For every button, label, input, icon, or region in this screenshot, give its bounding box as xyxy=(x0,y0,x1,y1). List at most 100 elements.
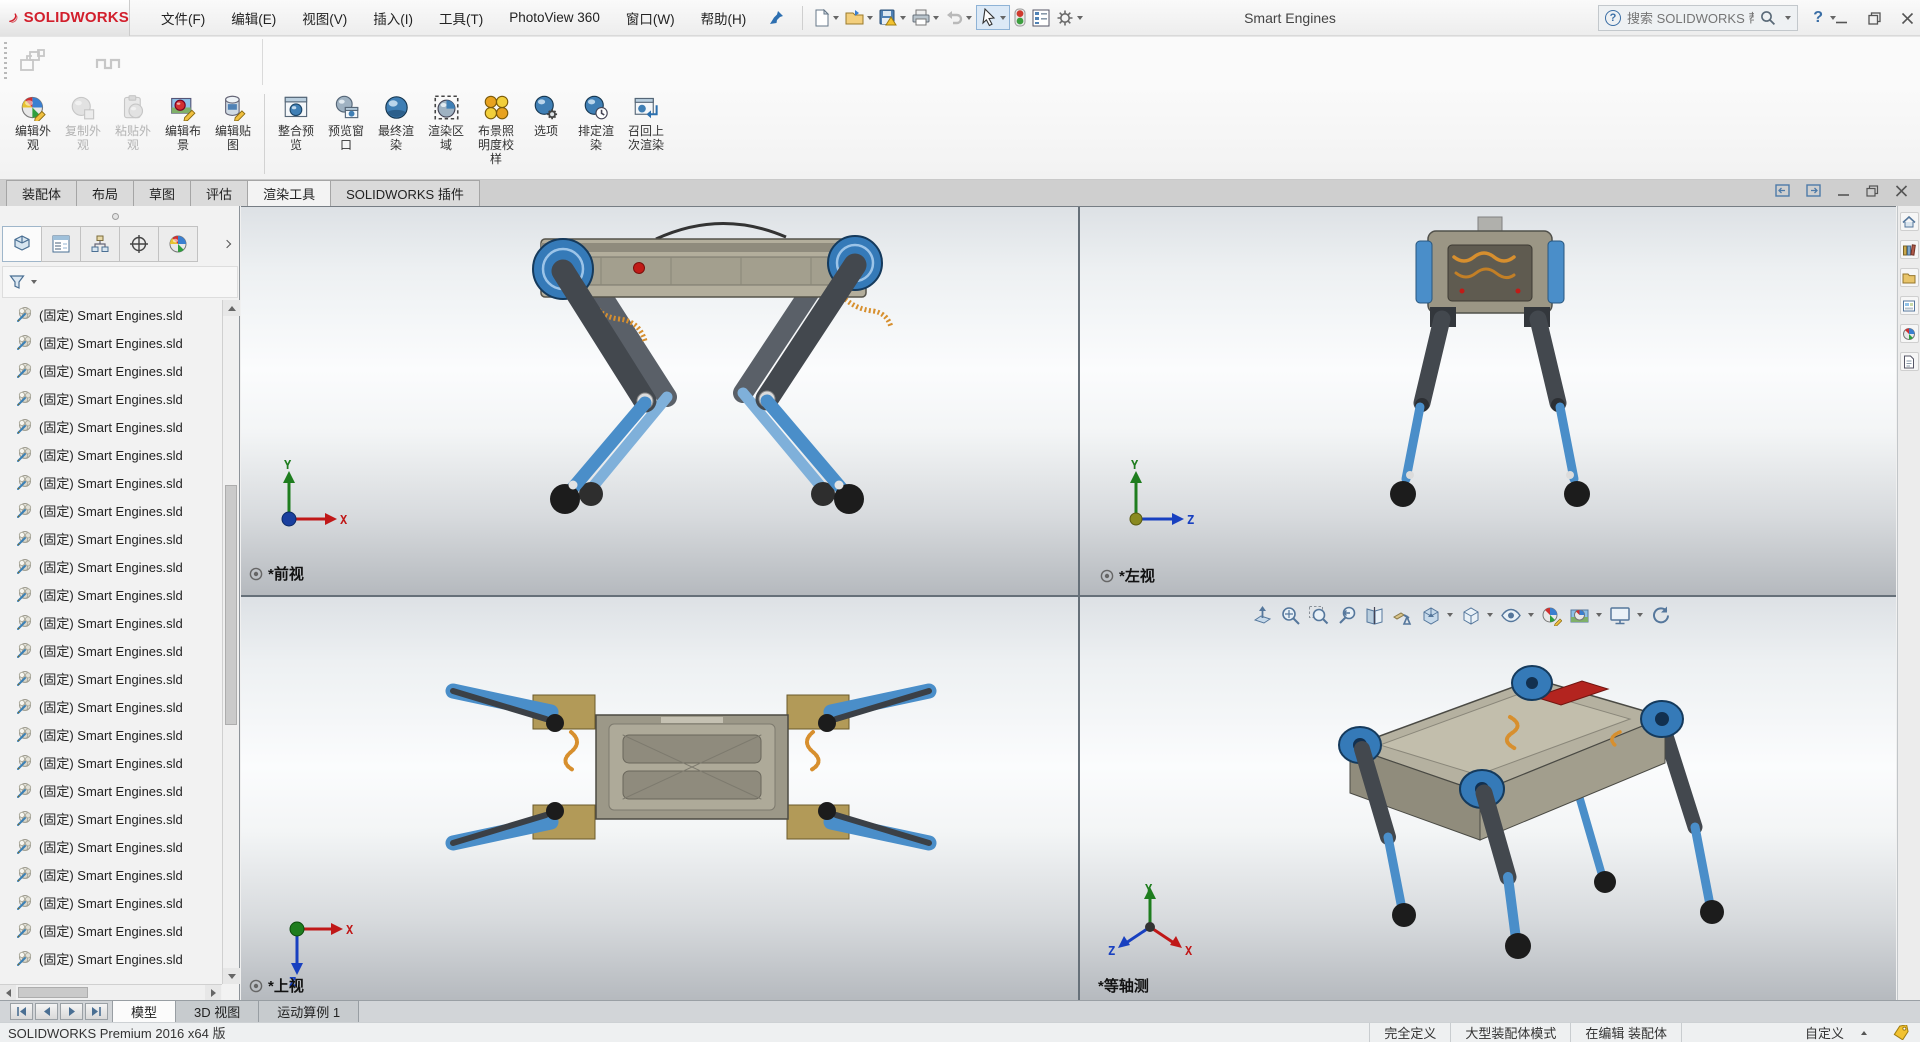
view-selector-button[interactable] xyxy=(1420,605,1453,626)
tree-item[interactable]: (固定) Smart Engines.sld xyxy=(0,720,222,748)
search-icon[interactable] xyxy=(1760,10,1776,26)
apply-scene-button[interactable] xyxy=(1569,605,1602,626)
section-view-button[interactable] xyxy=(1364,605,1385,626)
normal-to-button[interactable] xyxy=(1252,605,1273,626)
tab-render-tools[interactable]: 渲染工具 xyxy=(247,180,331,206)
apply-scene-caret[interactable] xyxy=(1596,613,1602,617)
tab-sketch[interactable]: 草图 xyxy=(133,180,191,206)
open-document-caret[interactable] xyxy=(867,16,873,20)
performance-traffic-light-icon[interactable] xyxy=(1012,5,1028,30)
previous-tab-button[interactable] xyxy=(35,1003,58,1020)
tab-evaluate[interactable]: 评估 xyxy=(190,180,248,206)
first-tab-button[interactable] xyxy=(10,1003,33,1020)
tree-item[interactable]: (固定) Smart Engines.sld xyxy=(0,748,222,776)
recall-last-render-button[interactable]: 召回上次渲染 xyxy=(621,91,671,153)
previous-view-button[interactable] xyxy=(1336,605,1357,626)
last-tab-button[interactable] xyxy=(85,1003,108,1020)
tab-assembly[interactable]: 装配体 xyxy=(6,180,77,206)
tree-item[interactable]: (固定) Smart Engines.sld xyxy=(0,832,222,860)
view-palette-icon[interactable] xyxy=(1900,296,1919,315)
tree-item[interactable]: (固定) Smart Engines.sld xyxy=(0,356,222,384)
viewport-minimize-icon[interactable] xyxy=(1837,185,1850,197)
save-button[interactable] xyxy=(877,6,908,29)
print-button[interactable] xyxy=(910,6,941,29)
menu-item[interactable]: 插入(I) xyxy=(360,0,426,36)
scrollbar-thumb[interactable] xyxy=(225,485,237,725)
help-icon[interactable]: ? xyxy=(1813,9,1823,27)
copy-appearance-button[interactable]: 复制外观 xyxy=(58,91,108,153)
solidworks-resources-home-icon[interactable] xyxy=(1900,212,1919,231)
design-checker-icon[interactable] xyxy=(1030,6,1052,30)
integrated-preview-button[interactable]: 整合预览 xyxy=(271,91,321,153)
pin-icon[interactable] xyxy=(769,10,784,25)
tree-item[interactable]: (固定) Smart Engines.sld xyxy=(0,692,222,720)
hide-show-items-button[interactable] xyxy=(1500,605,1534,626)
tree-item[interactable]: (固定) Smart Engines.sld xyxy=(0,664,222,692)
robot-model-top-view[interactable] xyxy=(241,597,1078,1001)
viewport-front[interactable]: Y X *前视 xyxy=(241,207,1078,595)
tree-item[interactable]: (固定) Smart Engines.sld xyxy=(0,468,222,496)
robot-model-isometric-view[interactable] xyxy=(1080,597,1896,1001)
pane-tabs-expand-chevron[interactable] xyxy=(216,226,238,262)
help-menu[interactable]: ? xyxy=(1813,0,1836,36)
print-caret[interactable] xyxy=(933,16,939,20)
menu-item[interactable]: 文件(F) xyxy=(148,0,218,36)
rotate-view-button[interactable] xyxy=(1650,605,1671,626)
menu-item[interactable]: 视图(V) xyxy=(289,0,360,36)
minimize-icon[interactable] xyxy=(1835,12,1848,25)
view-selector-caret[interactable] xyxy=(1447,613,1453,617)
zoom-fit-button[interactable] xyxy=(1280,605,1301,626)
tree-vertical-scrollbar[interactable] xyxy=(222,300,239,984)
new-document-caret[interactable] xyxy=(833,16,839,20)
tree-item[interactable]: (固定) Smart Engines.sld xyxy=(0,552,222,580)
tree-item[interactable]: (固定) Smart Engines.sld xyxy=(0,608,222,636)
view-orientation-button[interactable] xyxy=(1392,605,1413,626)
pane-tab-configuration-manager[interactable] xyxy=(80,226,120,262)
pane-tab-display-manager[interactable] xyxy=(158,226,198,262)
tree-item[interactable]: (固定) Smart Engines.sld xyxy=(0,916,222,944)
tab-motion-study[interactable]: 运动算例 1 xyxy=(258,1000,359,1022)
search-scope-caret[interactable] xyxy=(1785,16,1791,20)
tree-item[interactable]: (固定) Smart Engines.sld xyxy=(0,524,222,552)
undo-button[interactable] xyxy=(943,7,974,29)
edit-appearance-button-headsup[interactable] xyxy=(1541,605,1562,626)
scroll-right-button[interactable] xyxy=(205,985,221,1000)
display-style-button[interactable] xyxy=(1460,605,1493,626)
pane-tab-feature-tree[interactable] xyxy=(2,226,42,262)
tree-item[interactable]: (固定) Smart Engines.sld xyxy=(0,440,222,468)
edit-decal-button[interactable]: 编辑贴图 xyxy=(208,91,258,153)
filter-caret[interactable] xyxy=(31,280,37,284)
pane-tab-property-manager[interactable] xyxy=(41,226,81,262)
close-icon[interactable] xyxy=(1901,12,1914,25)
tree-horizontal-scrollbar[interactable] xyxy=(0,984,222,1000)
help-search-box[interactable]: ? xyxy=(1598,5,1798,31)
file-explorer-icon[interactable] xyxy=(1900,268,1919,287)
pane-next-icon[interactable] xyxy=(1806,184,1821,197)
restore-icon[interactable] xyxy=(1868,12,1881,25)
schedule-render-button[interactable]: 排定渲染 xyxy=(571,91,621,153)
hide-show-caret[interactable] xyxy=(1528,613,1534,617)
tree-item[interactable]: (固定) Smart Engines.sld xyxy=(0,636,222,664)
status-custom[interactable]: 自定义 xyxy=(1791,1023,1858,1042)
tab-model[interactable]: 模型 xyxy=(112,1000,176,1022)
save-caret[interactable] xyxy=(900,16,906,20)
menu-item[interactable]: 帮助(H) xyxy=(688,0,760,36)
search-input[interactable] xyxy=(1627,11,1754,26)
next-tab-button[interactable] xyxy=(60,1003,83,1020)
menu-item[interactable]: 编辑(E) xyxy=(218,0,289,36)
final-render-button[interactable]: 最终渲染 xyxy=(371,91,421,153)
tree-item[interactable]: (固定) Smart Engines.sld xyxy=(0,804,222,832)
render-options-button[interactable]: 选项 xyxy=(521,91,571,139)
options-gear-icon[interactable] xyxy=(1054,6,1085,30)
view-settings-caret[interactable] xyxy=(1637,613,1643,617)
viewport-top[interactable]: X Z *上视 xyxy=(241,597,1078,1001)
display-style-caret[interactable] xyxy=(1487,613,1493,617)
filter-funnel-icon[interactable] xyxy=(9,274,25,290)
tree-item[interactable]: (固定) Smart Engines.sld xyxy=(0,412,222,440)
custom-properties-icon[interactable] xyxy=(1900,352,1919,371)
scroll-left-button[interactable] xyxy=(0,985,16,1000)
select-cursor-caret[interactable] xyxy=(1000,16,1006,20)
scene-illumination-proof-button[interactable]: 布景照明度校样 xyxy=(471,91,521,166)
splitter-knob-icon[interactable] xyxy=(112,213,119,220)
viewport-restore-icon[interactable] xyxy=(1866,185,1879,197)
